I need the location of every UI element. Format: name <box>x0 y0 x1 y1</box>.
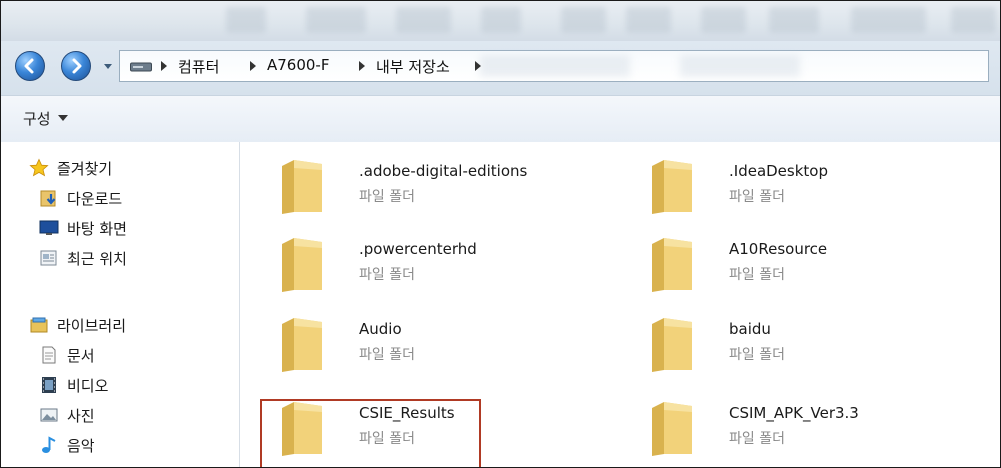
folder-type: 파일 폴더 <box>729 267 785 283</box>
library-icon <box>29 315 49 335</box>
folder-icon <box>282 238 322 292</box>
window-title-strip <box>1 1 1000 41</box>
folder-item[interactable]: CSIM_APK_Ver3.3 파일 폴더 <box>650 398 990 458</box>
folder-type: 파일 폴더 <box>729 189 785 205</box>
sidebar-item-label: 비디오 <box>67 376 109 395</box>
breadcrumb-internal-storage[interactable]: 내부 저장소 <box>376 56 450 77</box>
sidebar-item-libraries[interactable]: 라이브러리 <box>29 312 126 338</box>
sidebar-item-favorites[interactable]: 즐겨찾기 <box>29 155 112 181</box>
folder-type: 파일 폴더 <box>359 347 415 363</box>
folder-icon <box>282 160 322 214</box>
selection-highlight-box <box>260 399 481 467</box>
sidebar-item-label: 음악 <box>67 436 95 455</box>
folder-name: .IdeaDesktop <box>729 162 828 180</box>
back-arrow-icon <box>24 58 34 74</box>
video-icon <box>39 375 59 395</box>
sidebar-item-label: 다운로드 <box>67 189 123 208</box>
sidebar-item-label: 최근 위치 <box>67 249 127 268</box>
breadcrumb-device[interactable]: A7600-F <box>267 56 329 74</box>
folder-name: baidu <box>729 320 771 338</box>
organize-button[interactable]: 구성 <box>23 108 68 129</box>
sidebar-item-music[interactable]: 음악 <box>39 432 95 458</box>
command-bar: 구성 <box>1 95 1000 143</box>
folder-icon <box>652 402 692 456</box>
folder-icon <box>652 160 692 214</box>
download-folder-icon <box>39 188 59 208</box>
star-icon <box>29 158 49 178</box>
folder-type: 파일 폴더 <box>359 189 415 205</box>
folder-name: .powercenterhd <box>359 240 477 258</box>
sidebar-item-pictures[interactable]: 사진 <box>39 402 95 428</box>
breadcrumb-separator-icon[interactable] <box>250 61 256 71</box>
sidebar-item-downloads[interactable]: 다운로드 <box>39 185 122 211</box>
folder-item[interactable]: Audio 파일 폴더 <box>280 314 620 374</box>
breadcrumb-computer[interactable]: 컴퓨터 <box>178 56 219 77</box>
sidebar-item-videos[interactable]: 비디오 <box>39 372 108 398</box>
folder-item[interactable]: .powercenterhd 파일 폴더 <box>280 234 620 294</box>
folder-name: A10Resource <box>729 240 828 258</box>
breadcrumb-separator-icon[interactable] <box>161 61 167 71</box>
navigation-pane: 즐겨찾기 다운로드 바탕 화면 최근 위치 라이브러리 문서 비디오 사진 음악 <box>1 142 240 467</box>
folder-icon <box>652 318 692 372</box>
sidebar-item-recent-places[interactable]: 최근 위치 <box>39 245 127 271</box>
folder-icon <box>282 318 322 372</box>
folder-name: Audio <box>359 320 402 338</box>
picture-icon <box>39 405 59 425</box>
breadcrumb-separator-icon[interactable] <box>475 61 481 71</box>
folder-item[interactable]: .adobe-digital-editions 파일 폴더 <box>280 156 620 216</box>
folder-type: 파일 폴더 <box>359 267 415 283</box>
desktop-icon <box>39 218 59 238</box>
sidebar-item-desktop[interactable]: 바탕 화면 <box>39 215 127 241</box>
forward-button[interactable] <box>61 51 91 81</box>
address-bar[interactable]: 컴퓨터 A7600-F 내부 저장소 <box>119 50 989 82</box>
sidebar-item-documents[interactable]: 문서 <box>39 342 95 368</box>
folder-item[interactable]: .IdeaDesktop 파일 폴더 <box>650 156 990 216</box>
folder-name: CSIM_APK_Ver3.3 <box>729 404 859 422</box>
sidebar-item-label: 라이브러리 <box>57 316 127 335</box>
sidebar-item-label: 바탕 화면 <box>67 219 127 238</box>
navigation-bar: 컴퓨터 A7600-F 내부 저장소 <box>1 41 1000 95</box>
recent-pages-dropdown-icon[interactable] <box>103 63 113 71</box>
sidebar-item-label: 문서 <box>67 346 95 365</box>
sidebar-item-label: 즐겨찾기 <box>57 159 113 178</box>
back-button[interactable] <box>15 51 45 81</box>
music-icon <box>39 435 59 455</box>
explorer-window: 컴퓨터 A7600-F 내부 저장소 구성 즐겨찾기 다운로드 바탕 화면 최근… <box>0 0 1001 468</box>
computer-drive-icon <box>130 62 152 72</box>
breadcrumb-separator-icon[interactable] <box>359 61 365 71</box>
sidebar-item-label: 사진 <box>67 406 95 425</box>
recent-places-icon <box>39 248 59 268</box>
chevron-down-icon <box>57 114 68 121</box>
organize-label: 구성 <box>23 110 51 128</box>
folder-icon <box>652 238 692 292</box>
forward-arrow-icon <box>72 58 82 74</box>
folder-name: .adobe-digital-editions <box>359 162 528 180</box>
folder-type: 파일 폴더 <box>729 347 785 363</box>
folder-item[interactable]: baidu 파일 폴더 <box>650 314 990 374</box>
document-icon <box>39 345 59 365</box>
folder-type: 파일 폴더 <box>729 431 785 447</box>
folder-item[interactable]: A10Resource 파일 폴더 <box>650 234 990 294</box>
